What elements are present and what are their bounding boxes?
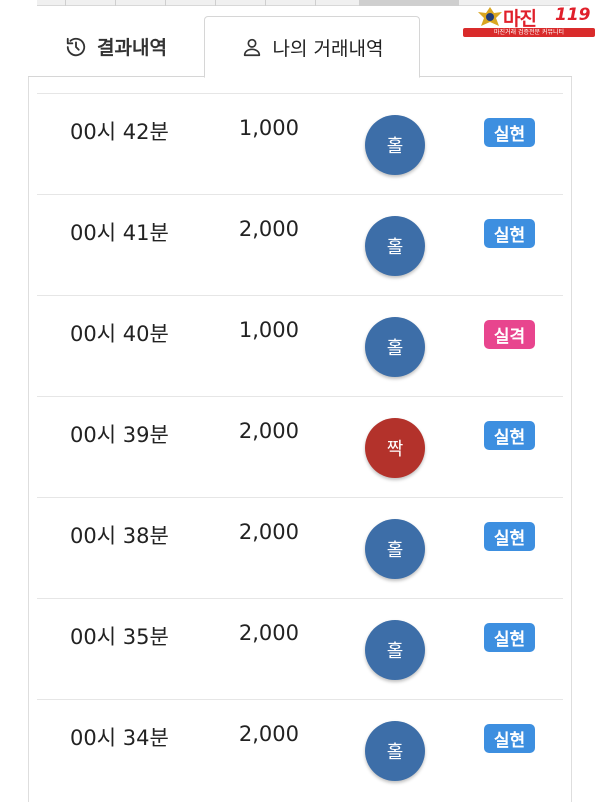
tab-my-trades[interactable]: 나의 거래내역 [204, 16, 420, 78]
pick-ball: 홀 [365, 519, 425, 579]
logo-name: 마진 [503, 8, 537, 30]
trade-amount: 1,000 [238, 318, 299, 342]
emblem-icon [478, 7, 502, 26]
trade-row: 00시 41분 2,000 홀 실현 [37, 194, 563, 295]
result-badge: 실현 [484, 421, 535, 450]
pick-ball: 짝 [365, 418, 425, 478]
trade-amount: 2,000 [238, 722, 299, 746]
trade-list: 00시 42분 1,000 홀 실현 00시 41분 2,000 홀 실현 00시 40분 1,0… [37, 93, 563, 800]
pick-ball: 홀 [365, 115, 425, 175]
trade-time: 00시 34분 [70, 726, 169, 750]
result-badge: 실현 [484, 623, 535, 652]
site-logo: 마진 119 마진거래 검증전문 커뮤니티 [463, 4, 595, 37]
result-badge: 실현 [484, 522, 535, 551]
trade-time: 00시 42분 [70, 120, 169, 144]
trade-amount: 2,000 [238, 621, 299, 645]
trade-time: 00시 38분 [70, 524, 169, 548]
logo-number: 119 [555, 5, 591, 25]
pick-ball: 홀 [365, 317, 425, 377]
trade-amount: 2,000 [238, 217, 299, 241]
trade-row: 00시 34분 2,000 홀 실현 [37, 699, 563, 800]
trade-row: 00시 42분 1,000 홀 실현 [37, 93, 563, 194]
trade-time: 00시 41분 [70, 221, 169, 245]
trade-amount: 2,000 [238, 520, 299, 544]
history-icon [66, 37, 86, 56]
result-badge: 실현 [484, 219, 535, 248]
tab-results[interactable]: 결과내역 [28, 16, 204, 77]
trade-time: 00시 39분 [70, 423, 169, 447]
pick-ball: 홀 [365, 620, 425, 680]
tab-my-trades-label: 나의 거래내역 [272, 37, 384, 60]
user-icon [243, 38, 260, 57]
trade-time: 00시 35분 [70, 625, 169, 649]
trade-row: 00시 35분 2,000 홀 실현 [37, 598, 563, 699]
logo-tagline: 마진거래 검증전문 커뮤니티 [463, 28, 595, 37]
trade-row: 00시 39분 2,000 짝 실현 [37, 396, 563, 497]
tab-results-label: 결과내역 [97, 37, 167, 59]
trade-amount: 2,000 [238, 419, 299, 443]
trade-row: 00시 40분 1,000 홀 실격 [37, 295, 563, 396]
trade-amount: 1,000 [238, 116, 299, 140]
result-badge: 실격 [484, 320, 535, 349]
pick-ball: 홀 [365, 216, 425, 276]
trade-time: 00시 40분 [70, 322, 169, 346]
result-badge: 실현 [484, 724, 535, 753]
trade-row: 00시 38분 2,000 홀 실현 [37, 497, 563, 598]
result-badge: 실현 [484, 118, 535, 147]
pick-ball: 홀 [365, 721, 425, 781]
